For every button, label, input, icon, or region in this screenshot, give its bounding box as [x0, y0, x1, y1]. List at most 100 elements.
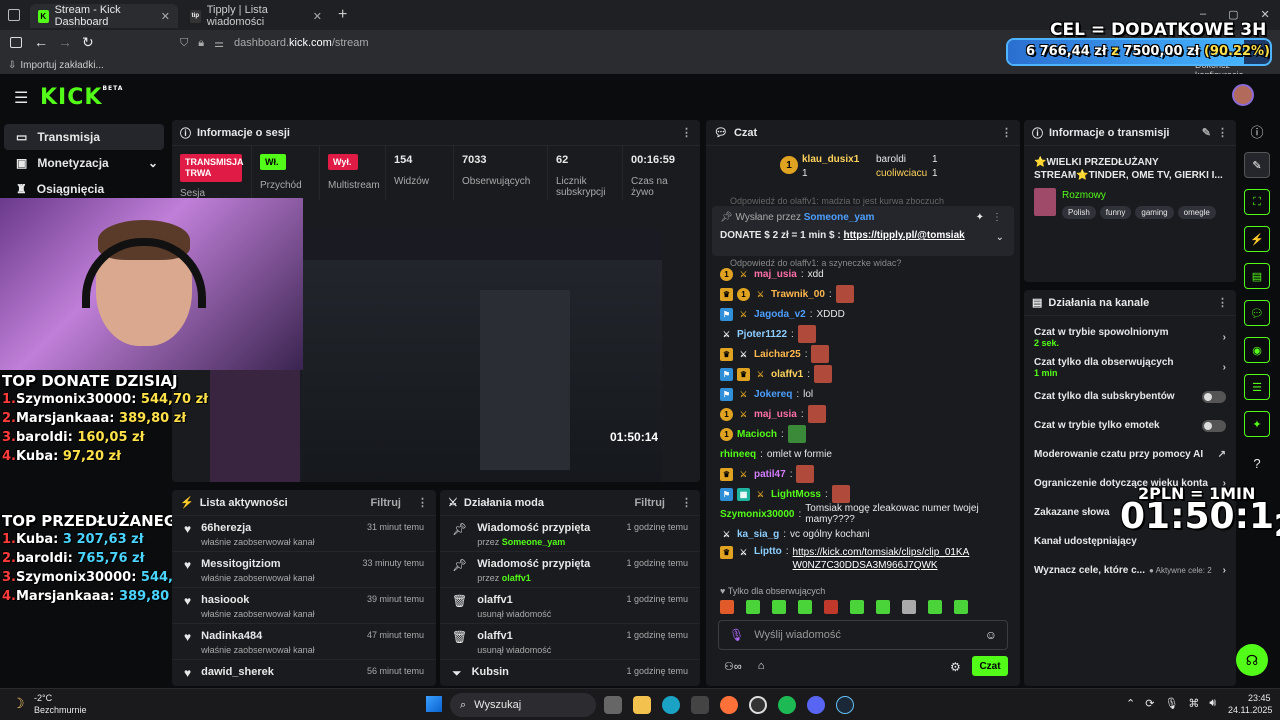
more-icon[interactable]: ⋮ — [681, 126, 692, 139]
unpin-icon[interactable]: ✦ — [976, 212, 984, 223]
tag[interactable]: Polish — [1062, 206, 1096, 219]
spotify-icon[interactable] — [778, 696, 796, 714]
support-button[interactable]: ☊ — [1236, 644, 1268, 676]
chat-input-box[interactable]: 🎙︎ Wyślij wiadomość ☺ — [718, 620, 1008, 650]
document-icon[interactable]: ▤ — [1244, 263, 1270, 289]
emote-icon[interactable] — [746, 600, 760, 614]
edit-icon[interactable]: ✎ — [1244, 152, 1270, 178]
emote-icon[interactable] — [720, 600, 734, 614]
filter-button[interactable]: Filtruj — [634, 497, 665, 509]
close-tab-icon[interactable]: ✕ — [161, 10, 170, 23]
avatar[interactable] — [1232, 84, 1254, 106]
store-icon[interactable]: ⌂ — [758, 660, 765, 673]
firefox-icon[interactable] — [720, 696, 738, 714]
settings-icon[interactable]: ⚙ — [950, 660, 961, 674]
sync-icon[interactable]: ⟳ — [1145, 697, 1154, 710]
site-info-icon[interactable]: ⚌ — [214, 37, 224, 50]
address-field[interactable]: ⛉ 🔒︎ ⚌ dashboard.kick.com/stream — [176, 34, 1006, 52]
edit-icon[interactable]: ✎ — [1202, 126, 1211, 139]
users-icon[interactable]: ⚇∞ — [724, 660, 742, 673]
weather-temp[interactable]: -2°C — [34, 693, 52, 703]
clock-time[interactable]: 23:45 — [1248, 693, 1271, 703]
followers-only-row[interactable]: Czat tylko dla obserwujących 1 min › — [1024, 352, 1236, 382]
tag[interactable]: funny — [1099, 206, 1132, 219]
network-icon[interactable]: ⌘ — [1188, 697, 1199, 710]
more-icon[interactable]: ⋮ — [1217, 296, 1228, 309]
filter-button[interactable]: Filtruj — [370, 497, 401, 509]
chat-bubble-icon[interactable]: 💬︎ — [1244, 300, 1270, 326]
help-icon[interactable]: ? — [1253, 456, 1260, 471]
emote-icon[interactable] — [850, 600, 864, 614]
layout-icon[interactable]: ☰ — [1244, 374, 1270, 400]
emote-icon[interactable] — [954, 600, 968, 614]
more-icon[interactable]: ⋮ — [992, 212, 1002, 223]
mic-icon[interactable]: 🎙︎ — [729, 628, 744, 642]
clock-date[interactable]: 24.11.2025 — [1228, 705, 1272, 715]
lock-icon[interactable]: 🔒︎ — [198, 37, 204, 50]
category-link[interactable]: Rozmowy — [1062, 190, 1106, 201]
tab-kick-dashboard[interactable]: K Stream - Kick Dashboard ✕ — [30, 4, 178, 28]
menu-icon[interactable]: ☰ — [14, 88, 28, 108]
clip-icon[interactable]: ⛶ — [1244, 189, 1270, 215]
folder-icon[interactable] — [633, 696, 651, 714]
emote-icon[interactable] — [876, 600, 890, 614]
goals-row[interactable]: Wyznacz cele, które c... ● Aktywne cele: … — [1024, 556, 1236, 585]
start-icon[interactable] — [426, 696, 442, 712]
more-icon[interactable]: ⋮ — [1217, 126, 1228, 139]
edge-icon[interactable] — [662, 696, 680, 714]
slow-mode-row[interactable]: Czat w trybie spowolnionym 2 sek. › — [1024, 322, 1236, 352]
emote-icon[interactable] — [928, 600, 942, 614]
emote-only-toggle[interactable] — [1202, 419, 1226, 432]
volume-icon[interactable]: 🔊︎ — [1209, 697, 1216, 710]
chat-input[interactable]: Wyślij wiadomość — [754, 629, 841, 641]
task-view-icon[interactable] — [604, 696, 622, 714]
tab-list-icon[interactable] — [8, 9, 20, 21]
taskbar-search[interactable]: ⌕ Wyszukaj — [450, 693, 596, 717]
subscribers-only-row[interactable]: Czat tylko dla subskrybentów — [1024, 382, 1236, 411]
sidebar-item-monetization[interactable]: ▣ Monetyzacja ⌄ — [4, 150, 164, 176]
steam-icon[interactable] — [836, 696, 854, 714]
sidebar-item-stream[interactable]: ▭ Transmisja — [4, 124, 164, 150]
clip-link[interactable]: https://kick.com/tomsiak/clips/clip_01KA… — [793, 546, 973, 572]
info-icon[interactable]: ⓘ — [1250, 122, 1263, 141]
obs-icon[interactable] — [749, 696, 767, 714]
sidebar-toggle-icon[interactable] — [10, 37, 22, 48]
mic-icon[interactable]: 🎙︎ — [1164, 697, 1178, 710]
reload-icon[interactable]: ↻ — [82, 34, 94, 51]
store-icon[interactable] — [691, 696, 709, 714]
discord-icon[interactable] — [807, 696, 825, 714]
tag[interactable]: gaming — [1135, 206, 1174, 219]
pinned-message[interactable]: 📌︎ Wysłane przez Someone_yam DONATE $ 2 … — [712, 206, 1014, 256]
more-icon[interactable]: ⋮ — [681, 496, 692, 509]
emote-icon[interactable] — [902, 600, 916, 614]
subscribers-only-toggle[interactable] — [1202, 390, 1226, 403]
emote-only-row[interactable]: Czat w trybie tylko emotek — [1024, 411, 1236, 440]
wrench-icon[interactable]: ✦ — [1244, 411, 1270, 437]
stat-revenue: Wł. Przychód — [252, 146, 320, 200]
chat-message: ♛ ⚔ Laichar25: — [706, 344, 1020, 364]
expand-chevron-icon[interactable]: ⌄ — [996, 232, 1004, 243]
heart-icon: ♥ — [184, 594, 192, 608]
more-icon[interactable]: ⋮ — [417, 496, 428, 509]
broadcast-icon[interactable]: ◉ — [1244, 337, 1270, 363]
bolt-icon[interactable]: ⚡ — [1244, 226, 1270, 252]
tab-tipply[interactable]: tip Tipply | Lista wiadomości ✕ — [182, 4, 330, 28]
emoji-icon[interactable]: ☺ — [985, 628, 997, 642]
emote-icon[interactable] — [772, 600, 786, 614]
emote-icon[interactable] — [798, 600, 812, 614]
send-chat-button[interactable]: Czat — [972, 656, 1008, 676]
emote-icon[interactable] — [824, 600, 838, 614]
ai-moderation-row[interactable]: Moderowanie czatu przy pomocy AI ↗ — [1024, 440, 1236, 469]
import-bookmarks-link[interactable]: Importuj zakładki... — [20, 60, 103, 71]
forward-icon[interactable]: → — [58, 34, 72, 50]
more-icon[interactable]: ⋮ — [1001, 126, 1012, 139]
new-tab-icon[interactable]: + — [338, 6, 347, 24]
close-tab-icon[interactable]: ✕ — [313, 10, 322, 23]
shield-icon[interactable]: ⛉ — [180, 37, 188, 50]
chevron-up-icon[interactable]: ⌃ — [1126, 697, 1135, 710]
pinned-link[interactable]: https://tipply.pl/@tomsiak — [843, 230, 964, 241]
weather-desc[interactable]: Bezchmurnie — [34, 705, 87, 715]
tag[interactable]: omegle — [1177, 206, 1216, 219]
back-icon[interactable]: ← — [34, 34, 48, 50]
kick-logo[interactable]: KICKBETA — [40, 85, 123, 110]
